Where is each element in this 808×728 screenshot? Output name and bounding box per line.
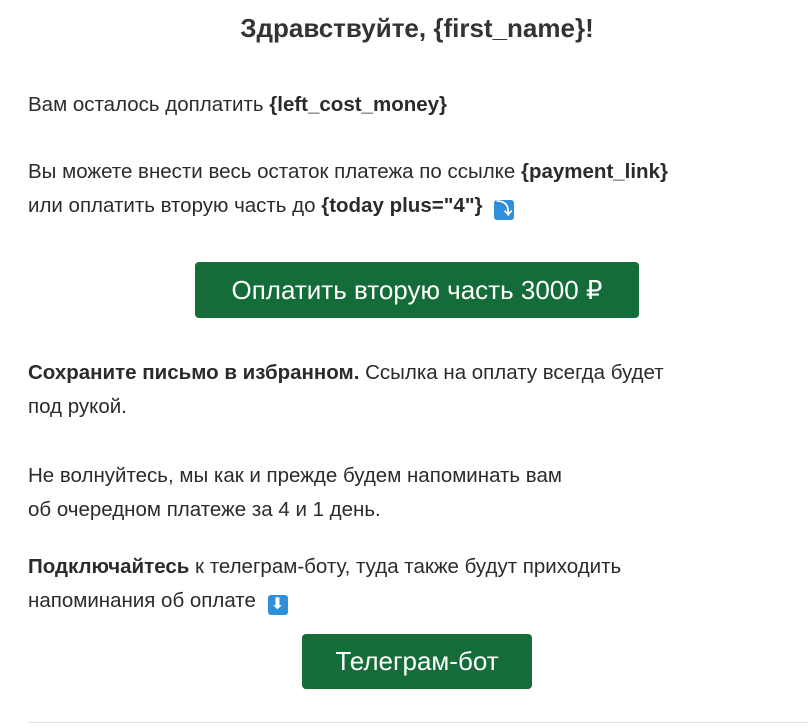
pay-second-part-button[interactable]: Оплатить вторую часть 3000 ₽ — [195, 262, 639, 318]
save-paragraph: Сохраните письмо в избранном. Ссылка на … — [28, 356, 788, 424]
reminder-line1: Не волнуйтесь, мы как и прежде будем нап… — [28, 464, 562, 487]
save-text: Ссылка на оплату всегда будет — [359, 361, 664, 384]
reminder-paragraph: Не волнуйтесь, мы как и прежде будем нап… — [28, 459, 788, 527]
telegram-bold-text: Подключайтесь — [28, 555, 190, 578]
payment-deadline-text: или оплатить вторую часть до — [28, 194, 322, 217]
save-text-line2: под рукой. — [28, 395, 127, 418]
payment-link[interactable]: {payment_link} — [521, 160, 668, 183]
telegram-paragraph: Подключайтесь к телеграм-боту, туда такж… — [28, 550, 788, 618]
reminder-line2: об очередном платеже за 4 и 1 день. — [28, 498, 381, 521]
telegram-text-line2: напоминания об оплате — [28, 589, 256, 612]
balance-amount: {left_cost_money} — [269, 93, 448, 116]
arrow-down-icon: ⬇ — [267, 595, 288, 615]
payment-text: Вы можете внести весь остаток платежа по… — [28, 160, 521, 183]
save-bold-text: Сохраните письмо в избранном. — [28, 361, 360, 384]
payment-paragraph: Вы можете внести весь остаток платежа по… — [28, 155, 788, 223]
email-body: Здравствуйте, {first_name}! Вам осталось… — [0, 0, 808, 728]
payment-deadline: {today plus="4"} — [321, 194, 483, 217]
telegram-text: к телеграм-боту, туда также будут приход… — [189, 555, 622, 578]
balance-text: Вам осталось доплатить — [28, 93, 270, 116]
balance-paragraph: Вам осталось доплатить {left_cost_money} — [28, 88, 788, 122]
greeting-heading: Здравствуйте, {first_name}! — [240, 13, 594, 43]
arrow-curve-down-icon: ⤵ — [494, 200, 515, 220]
divider — [28, 722, 808, 723]
telegram-bot-button[interactable]: Телеграм-бот — [302, 634, 532, 689]
